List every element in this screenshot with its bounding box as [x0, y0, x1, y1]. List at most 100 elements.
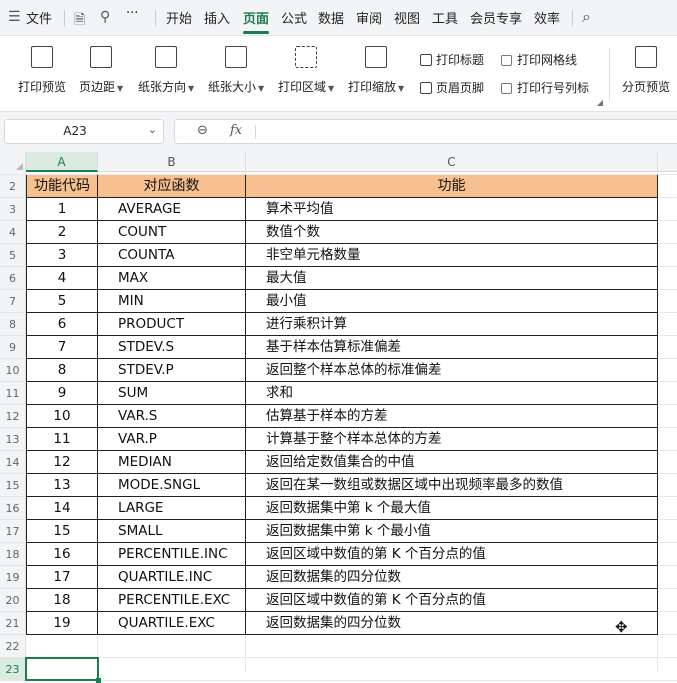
print-area-button[interactable]: 打印区域 ▼ — [278, 46, 334, 95]
tab-review[interactable]: 审阅 — [356, 8, 382, 27]
save-icon[interactable]: 🗎 — [74, 9, 85, 33]
table-cell[interactable]: AVERAGE — [98, 198, 246, 221]
table-cell[interactable]: VAR.P — [98, 428, 246, 451]
print-row-col-headers-checkbox[interactable]: 打印行号列标 — [501, 79, 589, 96]
table-header-cell[interactable]: 功能 — [246, 175, 658, 198]
table-cell[interactable]: 15 — [26, 520, 98, 543]
table-cell[interactable]: 12 — [26, 451, 98, 474]
table-cell[interactable]: COUNT — [98, 221, 246, 244]
table-header-cell[interactable]: 功能代码 — [26, 175, 98, 198]
table-cell[interactable]: 6 — [26, 313, 98, 336]
table-cell[interactable]: 13 — [26, 474, 98, 497]
row-header[interactable]: 22 — [0, 635, 26, 658]
chevron-down-icon[interactable]: ⌄ — [148, 123, 157, 136]
table-cell[interactable]: 3 — [26, 244, 98, 267]
row-header[interactable]: 10 — [0, 359, 26, 382]
table-cell[interactable]: 返回数据集的四分位数 — [246, 612, 658, 635]
tab-home[interactable]: 开始 — [166, 8, 192, 27]
table-cell[interactable]: PERCENTILE.EXC — [98, 589, 246, 612]
row-header[interactable]: 18 — [0, 543, 26, 566]
tab-view[interactable]: 视图 — [394, 8, 420, 27]
page-break-preview-button[interactable]: 分页预览 — [622, 46, 670, 95]
table-cell[interactable]: 返回区域中数值的第 K 个百分点的值 — [246, 543, 658, 566]
table-cell[interactable]: MAX — [98, 267, 246, 290]
header-footer-button[interactable]: 页眉页脚 — [420, 79, 484, 96]
formula-input[interactable]: ⊖ fx — [174, 119, 677, 144]
table-cell[interactable]: 2 — [26, 221, 98, 244]
file-menu[interactable]: 文件 — [26, 8, 52, 27]
selected-cell-highlight[interactable] — [25, 657, 99, 681]
row-header[interactable]: 2 — [0, 175, 26, 198]
tab-page[interactable]: 页面 — [243, 8, 269, 27]
table-cell[interactable]: QUARTILE.EXC — [98, 612, 246, 635]
table-cell[interactable]: PRODUCT — [98, 313, 246, 336]
row-header[interactable]: 6 — [0, 267, 26, 290]
table-cell[interactable]: 返回整个样本总体的标准偏差 — [246, 359, 658, 382]
table-cell[interactable]: PERCENTILE.INC — [98, 543, 246, 566]
table-cell[interactable]: MIN — [98, 290, 246, 313]
table-cell[interactable]: 9 — [26, 382, 98, 405]
fill-handle[interactable] — [96, 678, 101, 683]
row-header[interactable]: 17 — [0, 520, 26, 543]
print-titles-button[interactable]: 打印标题 — [420, 51, 484, 68]
row-header[interactable]: 20 — [0, 589, 26, 612]
name-box[interactable]: A23 ⌄ — [4, 119, 164, 144]
table-cell[interactable]: 最大值 — [246, 267, 658, 290]
table-cell[interactable]: 11 — [26, 428, 98, 451]
column-header-c[interactable]: C — [246, 152, 658, 172]
table-cell[interactable]: 16 — [26, 543, 98, 566]
table-cell[interactable]: 4 — [26, 267, 98, 290]
table-cell[interactable]: 返回在某一数组或数据区域中出现频率最多的数值 — [246, 474, 658, 497]
select-all-corner[interactable] — [0, 152, 26, 172]
table-cell[interactable]: 19 — [26, 612, 98, 635]
table-cell[interactable]: 返回数据集的四分位数 — [246, 566, 658, 589]
table-cell[interactable]: COUNTA — [98, 244, 246, 267]
tab-member[interactable]: 会员专享 — [470, 8, 522, 27]
row-header[interactable]: 3 — [0, 198, 26, 221]
table-cell[interactable]: MODE.SNGL — [98, 474, 246, 497]
row-header[interactable]: 9 — [0, 336, 26, 359]
orientation-button[interactable]: 纸张方向 ▼ — [138, 46, 194, 95]
table-cell[interactable]: 基于样本估算标准偏差 — [246, 336, 658, 359]
row-header[interactable]: 11 — [0, 382, 26, 405]
print-scaling-button[interactable]: 打印缩放 ▼ — [348, 46, 404, 95]
hamburger-icon[interactable]: ☰ — [8, 9, 21, 25]
table-cell[interactable]: MEDIAN — [98, 451, 246, 474]
table-cell[interactable]: 返回数据集中第 k 个最大值 — [246, 497, 658, 520]
search-icon[interactable]: ⌕ — [582, 7, 591, 27]
row-header[interactable]: 12 — [0, 405, 26, 428]
table-cell[interactable]: STDEV.S — [98, 336, 246, 359]
table-cell[interactable]: 非空单元格数量 — [246, 244, 658, 267]
row-header[interactable]: 7 — [0, 290, 26, 313]
column-header-b[interactable]: B — [98, 152, 246, 172]
table-cell[interactable]: 估算基于样本的方差 — [246, 405, 658, 428]
tab-efficiency[interactable]: 效率 — [534, 8, 560, 27]
row-header[interactable]: 14 — [0, 451, 26, 474]
table-cell[interactable]: 算术平均值 — [246, 198, 658, 221]
row-header[interactable]: 4 — [0, 221, 26, 244]
table-cell[interactable]: VAR.S — [98, 405, 246, 428]
tab-tools[interactable]: 工具 — [432, 8, 458, 27]
table-cell[interactable]: 进行乘积计算 — [246, 313, 658, 336]
table-cell[interactable]: 计算基于整个样本总体的方差 — [246, 428, 658, 451]
table-header-cell[interactable]: 对应函数 — [98, 175, 246, 198]
more-icon[interactable]: ··· — [126, 6, 138, 21]
dialog-launcher-icon[interactable]: ◢ — [597, 98, 603, 107]
table-cell[interactable]: 5 — [26, 290, 98, 313]
row-header[interactable]: 13 — [0, 428, 26, 451]
row-header[interactable]: 8 — [0, 313, 26, 336]
table-cell[interactable]: 最小值 — [246, 290, 658, 313]
row-header[interactable]: 5 — [0, 244, 26, 267]
tab-insert[interactable]: 插入 — [204, 8, 230, 27]
table-cell[interactable]: 7 — [26, 336, 98, 359]
table-cell[interactable]: SMALL — [98, 520, 246, 543]
table-cell[interactable]: 14 — [26, 497, 98, 520]
margins-button[interactable]: 页边距 ▼ — [79, 46, 123, 95]
table-cell[interactable]: LARGE — [98, 497, 246, 520]
table-cell[interactable]: 返回区域中数值的第 K 个百分点的值 — [246, 589, 658, 612]
table-cell[interactable]: 数值个数 — [246, 221, 658, 244]
print-gridlines-checkbox[interactable]: 打印网格线 — [501, 51, 577, 68]
table-cell[interactable]: 1 — [26, 198, 98, 221]
format-painter-icon[interactable]: ⚲ — [100, 9, 110, 25]
zoom-icon[interactable]: ⊖ — [197, 123, 208, 138]
